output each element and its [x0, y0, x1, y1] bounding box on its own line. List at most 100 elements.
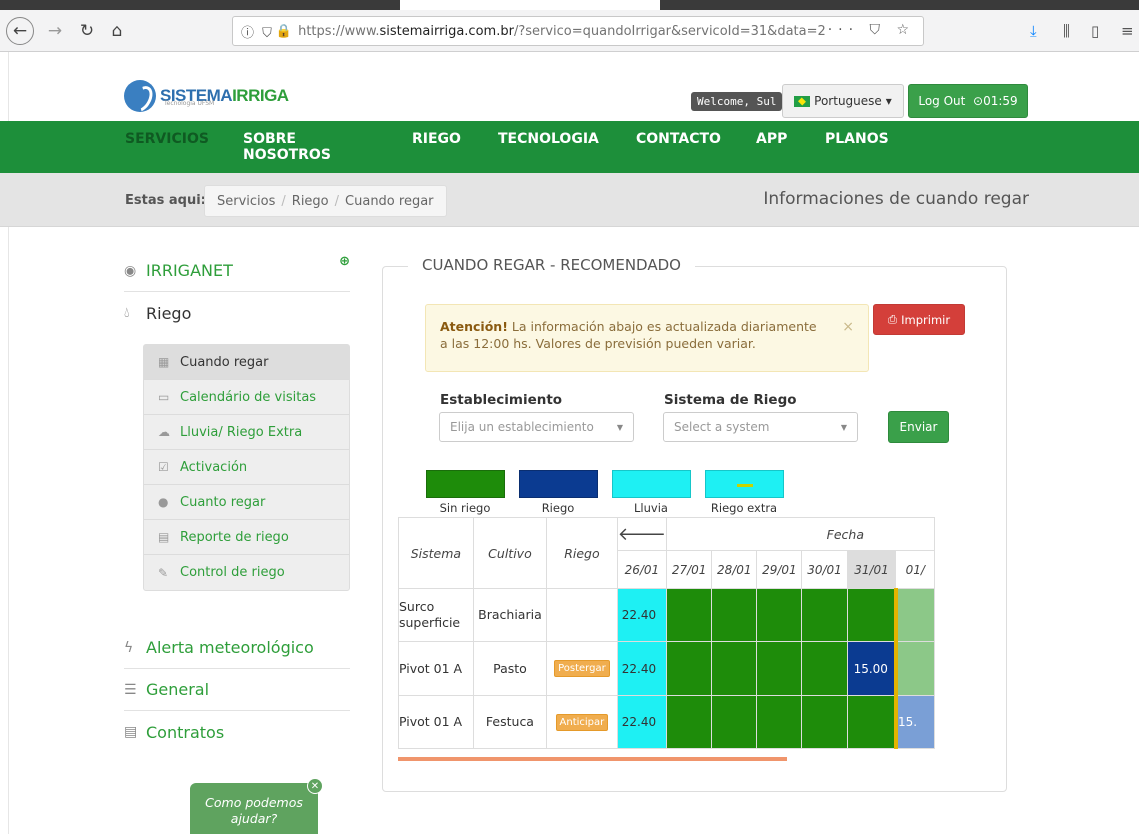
plus-circle-icon[interactable]: ⊕ — [339, 254, 350, 269]
cell-forecast — [895, 641, 935, 696]
cell-lluvia-value: 22.40 — [616, 588, 668, 642]
submenu-lluvia-riego-extra[interactable]: ☁ Lluvia/ Riego Extra — [144, 415, 349, 450]
nav-contacto[interactable]: CONTACTO — [636, 131, 721, 147]
drop-icon: ● — [158, 495, 169, 509]
header-riego: Riego — [546, 517, 618, 589]
cell-sin-riego — [711, 695, 758, 749]
cell-riego: Postergar — [546, 641, 618, 696]
caret-down-icon: ▼ — [616, 423, 623, 432]
legend-swatch-sin-riego — [426, 470, 505, 498]
logout-button[interactable]: Log Out ⊙ 01:59 — [908, 84, 1028, 118]
hamburger-menu-icon[interactable]: ≡ — [1121, 22, 1134, 40]
submenu-calendario-visitas[interactable]: ▭ Calendário de visitas — [144, 380, 349, 415]
cell-sistema: Pivot 01 A — [398, 641, 474, 696]
nav-riego[interactable]: RIEGO — [412, 131, 461, 147]
sistema-riego-select[interactable]: Select a system ▼ — [663, 412, 858, 442]
header-sistema: Sistema — [398, 517, 474, 589]
legend-label-lluvia: Lluvia — [634, 501, 668, 515]
breadcrumb-servicios[interactable]: Servicios — [217, 194, 275, 209]
submenu-control-riego[interactable]: ✎ Control de riego — [144, 555, 349, 590]
welcome-badge: Welcome, Sul — [691, 92, 783, 111]
browser-toolbar: ← → ↻ ⌂ ⓘ ⛉ 🔒 https://www.sistemairriga.… — [0, 10, 1139, 52]
date-header: 28/01 — [711, 550, 758, 589]
home-icon[interactable]: ⌂ — [104, 18, 130, 44]
cell-sin-riego — [846, 695, 898, 749]
legend-label-riego-extra: Riego extra — [710, 501, 778, 515]
nav-sobre-nosotros[interactable]: SOBRE NOSOTROS — [243, 131, 331, 163]
cell-sin-riego — [801, 695, 848, 749]
site-info-icon[interactable]: ⓘ ⛉ — [241, 22, 274, 41]
date-header: 29/01 — [756, 550, 803, 589]
sidebar-toggle-icon[interactable]: ▯ — [1091, 22, 1099, 40]
address-bar[interactable]: ⓘ ⛉ 🔒 https://www.sistemairriga.com.br/?… — [232, 16, 924, 46]
page-title: Informaciones de cuando regar — [763, 189, 1029, 209]
language-dropdown[interactable]: Portuguese ▾ — [782, 84, 904, 118]
nav-planos[interactable]: PLANOS — [825, 131, 889, 147]
legend-swatch-riego-extra — [705, 470, 784, 498]
print-button[interactable]: ⎙ Imprimir — [873, 304, 965, 335]
legend-swatch-lluvia — [612, 470, 691, 498]
clock-icon: ⊙ — [973, 94, 984, 108]
sidebar-item-contratos[interactable]: ▤ Contratos — [124, 711, 350, 753]
irrigation-table: Sistema Cultivo Riego 🡐 Fecha 26/01 27/0… — [398, 517, 935, 749]
sidebar-item-irriganet[interactable]: ◉ IRRIGANET ⊕ — [124, 250, 350, 292]
cell-sin-riego — [756, 695, 803, 749]
cell-sin-riego — [846, 588, 898, 642]
cell-sistema: Surco superficie — [398, 588, 474, 642]
postergar-button[interactable]: Postergar — [554, 660, 610, 677]
forward-icon[interactable]: → — [42, 18, 68, 44]
sidebar-item-general[interactable]: ☰ General — [124, 669, 350, 711]
submenu-activacion[interactable]: ☑ Activación — [144, 450, 349, 485]
cell-sin-riego — [711, 588, 758, 642]
table-row: Pivot 01 A Festuca Anticipar 22.40 15. — [398, 695, 935, 749]
submenu-reporte-riego[interactable]: ▤ Reporte de riego — [144, 520, 349, 555]
nav-app[interactable]: APP — [756, 131, 787, 147]
cell-sistema: Pivot 01 A — [398, 695, 474, 749]
sidebar-item-alerta[interactable]: ϟ Alerta meteorológico — [124, 627, 350, 669]
cell-cultivo: Festuca — [472, 695, 548, 749]
date-header-today: 31/01 — [846, 550, 897, 589]
legend-label-sin-riego: Sin riego — [439, 501, 491, 515]
arrow-left-icon[interactable]: 🡐 — [616, 517, 668, 551]
cell-riego — [546, 588, 618, 642]
date-header: 01/ — [895, 550, 935, 589]
table-horizontal-scrollbar[interactable] — [398, 757, 787, 761]
lock-icon: 🔒 — [275, 23, 293, 39]
site-logo[interactable]: SISTEMAIRRIGA Tecnologia UFSM — [124, 80, 289, 112]
back-icon[interactable]: ← — [6, 17, 34, 45]
submenu-cuando-regar[interactable]: ▦ Cuando regar — [144, 345, 349, 380]
reload-icon[interactable]: ↻ — [74, 18, 100, 44]
url-text[interactable]: https://www.sistemairriga.com.br/?servic… — [298, 24, 858, 39]
header-fecha: Fecha — [666, 517, 935, 551]
cell-cultivo: Brachiaria — [472, 588, 548, 642]
close-icon[interactable]: × — [842, 319, 854, 336]
submenu-cuanto-regar[interactable]: ● Cuanto regar — [144, 485, 349, 520]
cell-sin-riego — [801, 588, 848, 642]
breadcrumb-riego[interactable]: Riego — [292, 194, 329, 209]
sidebar-item-riego[interactable]: 💧︎ Riego — [124, 292, 350, 334]
nav-servicios[interactable]: SERVICIOS — [125, 131, 209, 147]
chat-widget[interactable]: Como podemos ajudar? — [190, 783, 318, 834]
chat-close-icon[interactable]: ✕ — [307, 778, 323, 794]
enviar-button[interactable]: Enviar — [888, 411, 949, 443]
caret-down-icon: ▾ — [885, 94, 892, 108]
breadcrumb-bar: Estas aqui: Servicios / Riego / Cuando r… — [0, 173, 1139, 227]
drop-icon: 💧︎ — [124, 305, 130, 321]
page-actions-icon[interactable]: ··· ⛉ ☆ — [828, 22, 915, 38]
anticipar-button[interactable]: Anticipar — [555, 713, 609, 731]
nav-tecnologia[interactable]: TECNOLOGIA — [498, 131, 599, 147]
establecimiento-select[interactable]: Elija un establecimiento ▼ — [439, 412, 634, 442]
breadcrumb-label: Estas aqui: — [125, 193, 206, 208]
cloud-icon: ☁ — [158, 425, 170, 439]
cell-sin-riego — [756, 588, 803, 642]
download-icon[interactable]: ⤓ — [1030, 22, 1037, 40]
window-top-edge — [0, 0, 1139, 10]
irrigation-table-scroll[interactable]: Sistema Cultivo Riego 🡐 Fecha 26/01 27/0… — [398, 517, 935, 749]
calendar-outline-icon: ▭ — [158, 390, 170, 404]
calendar-icon: ▦ — [158, 355, 170, 369]
main-navigation: SERVICIOS SOBRE NOSOTROS RIEGO TECNOLOGIA… — [0, 121, 1139, 173]
library-icon[interactable]: ⫼ — [1063, 22, 1070, 40]
printer-icon: ⎙ — [887, 312, 898, 326]
sistema-riego-label: Sistema de Riego — [664, 392, 797, 408]
lightning-icon: ϟ — [124, 639, 134, 656]
